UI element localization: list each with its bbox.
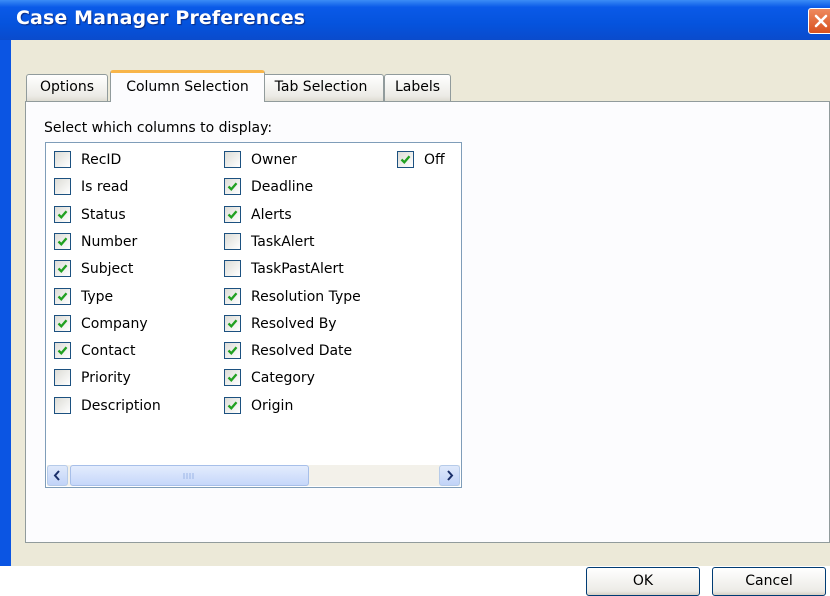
checkmark-icon [227,210,238,219]
checkbox[interactable] [54,151,71,168]
checkbox[interactable] [54,314,71,332]
checkbox[interactable] [54,178,71,196]
checkmark-icon [227,291,238,301]
checkbox[interactable] [397,151,414,168]
scroll-right-button[interactable] [439,465,460,486]
checklist-item-label: Number [81,233,138,250]
scroll-grip-icon [183,473,194,479]
checkbox[interactable] [54,260,71,278]
checklist-item-label: Off [424,152,445,168]
checkbox[interactable] [54,396,71,414]
arrow-left-icon [53,470,60,481]
checkbox[interactable] [224,260,241,278]
window-title: Case Manager Preferences [16,7,306,29]
checkmark-icon [57,346,68,356]
scroll-left-button[interactable] [47,465,68,486]
horizontal-scrollbar[interactable] [47,465,460,486]
cancel-button[interactable]: Cancel [712,567,826,596]
checkmark-icon [400,155,411,164]
checklist-item-label: Type [81,288,114,305]
checklist-item-label: Description [81,397,161,414]
checkbox[interactable] [224,232,241,250]
dialog-body: Options Column Selection Tab Selection L… [11,40,830,596]
checkbox[interactable] [224,342,241,360]
checkbox[interactable] [224,396,241,414]
tab-labels[interactable]: Labels [384,74,451,101]
checkbox[interactable] [224,151,241,168]
checkmark-icon [227,182,238,192]
checkbox[interactable] [54,232,71,250]
checkbox[interactable] [224,314,241,332]
checklist-item-label: TaskAlert [251,233,315,250]
checkmark-icon [227,346,238,356]
checklist-item-label: Owner [251,152,297,168]
select-columns-label: Select which columns to display: [44,120,273,136]
checklist-item-label: Priority [81,370,131,387]
tab-options[interactable]: Options [26,74,108,101]
tab-column-selection[interactable]: Column Selection [110,70,265,102]
checklist-item-label: TaskPastAlert [251,261,344,278]
close-icon [814,14,828,28]
checkmark-icon [227,319,238,328]
checklist-item-label: Alerts [251,206,292,223]
ok-button[interactable]: OK [586,567,700,596]
checkmark-icon [227,373,238,383]
checkbox[interactable] [54,205,71,223]
arrow-right-icon [447,470,454,481]
checklist-item-label: Origin [251,397,294,414]
column-checklist[interactable]: RecID Is read Status Number Subject Type Compa… [45,142,462,488]
checklist-item-label: Deadline [251,179,314,196]
tab-tab-selection[interactable]: Tab Selection [258,74,384,101]
checkbox[interactable] [54,342,71,360]
scroll-thumb[interactable] [70,465,309,486]
checkmark-icon [57,237,68,246]
checkbox[interactable] [224,369,241,387]
checklist-item-label: Subject [81,261,134,278]
checklist-item-label: Resolution Type [251,288,361,305]
dialog-window: Case Manager Preferences Options Column … [0,0,830,596]
checklist-item-label: Category [251,370,315,387]
checklist-item-label: Is read [81,179,129,196]
checklist-item-label: Contact [81,343,136,360]
checklist-item-label: RecID [81,152,122,168]
checklist-item-label: Resolved Date [251,343,353,360]
checkmark-icon [57,210,68,219]
checkbox[interactable] [224,178,241,196]
close-button[interactable] [808,8,830,34]
checklist-item-label: Resolved By [251,315,337,332]
checkmark-icon [57,291,68,301]
checkmark-icon [57,319,68,328]
checklist-item-label: Status [81,206,126,223]
checkbox[interactable] [54,369,71,387]
checkbox[interactable] [224,287,241,305]
checkmark-icon [57,264,68,274]
checkmark-icon [227,401,238,410]
checklist-item-label: Company [81,315,148,332]
title-bar[interactable]: Case Manager Preferences [0,0,830,40]
checkbox[interactable] [224,205,241,223]
checkbox[interactable] [54,287,71,305]
